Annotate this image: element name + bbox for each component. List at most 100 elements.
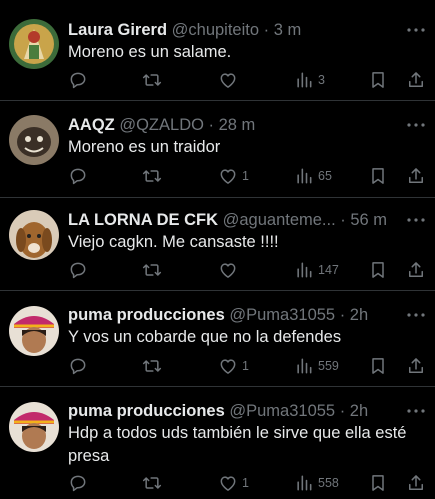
more-icon[interactable] xyxy=(405,303,425,327)
avatar[interactable] xyxy=(9,402,59,452)
retweet-button[interactable] xyxy=(142,70,166,90)
share-icon xyxy=(406,473,426,493)
views-button[interactable]: 558 xyxy=(294,473,339,493)
display-name[interactable]: AAQZ xyxy=(68,116,115,134)
timestamp[interactable]: 3 m xyxy=(274,21,302,39)
tweet-text: Y vos un cobarde que no la defendes xyxy=(68,328,342,346)
retweet-icon xyxy=(142,70,162,90)
reply-icon xyxy=(68,166,88,186)
reply-button[interactable] xyxy=(68,166,92,186)
reply-button[interactable] xyxy=(68,70,92,90)
retweet-icon xyxy=(142,260,162,280)
bookmark-icon xyxy=(368,356,388,376)
separator-dot: · xyxy=(340,211,351,229)
like-count: 1 xyxy=(242,476,249,490)
like-icon xyxy=(218,70,238,90)
retweet-button[interactable] xyxy=(142,356,166,376)
reply-button[interactable] xyxy=(68,473,92,493)
views-icon xyxy=(294,260,314,280)
timestamp[interactable]: 56 m xyxy=(350,211,387,229)
more-icon[interactable] xyxy=(405,208,425,232)
views-button[interactable]: 147 xyxy=(294,260,339,280)
views-icon xyxy=(294,473,314,493)
display-name[interactable]: puma producciones xyxy=(68,306,225,324)
share-button[interactable] xyxy=(406,356,426,376)
retweet-icon xyxy=(142,473,162,493)
reply-icon xyxy=(68,356,88,376)
avatar[interactable] xyxy=(9,19,59,69)
handle[interactable]: @chupiteito xyxy=(172,21,264,39)
handle[interactable]: @aguanteme... xyxy=(223,211,341,229)
avatar[interactable] xyxy=(9,115,59,165)
separator-dot: · xyxy=(339,402,350,420)
bookmark-button[interactable] xyxy=(368,473,388,493)
retweet-button[interactable] xyxy=(142,166,166,186)
tweet-text: Moreno es un salame. xyxy=(68,43,232,61)
views-icon xyxy=(294,166,314,186)
views-count: 147 xyxy=(318,263,339,277)
display-name[interactable]: puma producciones xyxy=(68,402,225,420)
bookmark-icon xyxy=(368,260,388,280)
avatar[interactable] xyxy=(9,306,59,356)
reply-button[interactable] xyxy=(68,260,92,280)
timestamp[interactable]: 28 m xyxy=(219,116,256,134)
handle[interactable]: @Puma31055 xyxy=(229,402,339,420)
bookmark-icon xyxy=(368,166,388,186)
reply-icon xyxy=(68,260,88,280)
views-count: 65 xyxy=(318,169,332,183)
timestamp[interactable]: 2h xyxy=(350,306,368,324)
views-button[interactable]: 559 xyxy=(294,356,339,376)
bookmark-icon xyxy=(368,70,388,90)
views-count: 558 xyxy=(318,476,339,490)
like-button[interactable] xyxy=(218,260,242,280)
like-button[interactable]: 1 xyxy=(218,166,249,186)
separator-dot: · xyxy=(339,306,350,324)
handle[interactable]: @Puma31055 xyxy=(229,306,339,324)
more-icon[interactable] xyxy=(405,18,425,42)
like-button[interactable]: 1 xyxy=(218,356,249,376)
separator-dot: · xyxy=(263,21,274,39)
like-icon xyxy=(218,356,238,376)
like-count: 1 xyxy=(242,169,249,183)
handle[interactable]: @QZALDO xyxy=(119,116,208,134)
retweet-icon xyxy=(142,166,162,186)
retweet-button[interactable] xyxy=(142,260,166,280)
retweet-button[interactable] xyxy=(142,473,166,493)
bookmark-button[interactable] xyxy=(368,166,388,186)
reply-icon xyxy=(68,473,88,493)
views-icon xyxy=(294,356,314,376)
bookmark-button[interactable] xyxy=(368,260,388,280)
timestamp[interactable]: 2h xyxy=(350,402,368,420)
retweet-icon xyxy=(142,356,162,376)
like-icon xyxy=(218,473,238,493)
share-button[interactable] xyxy=(406,166,426,186)
share-button[interactable] xyxy=(406,473,426,493)
share-icon xyxy=(406,70,426,90)
bookmark-button[interactable] xyxy=(368,70,388,90)
like-button[interactable] xyxy=(218,70,242,90)
share-button[interactable] xyxy=(406,70,426,90)
tweet-text: Moreno es un traidor xyxy=(68,138,221,156)
like-icon xyxy=(218,166,238,186)
reply-button[interactable] xyxy=(68,356,92,376)
bookmark-icon xyxy=(368,473,388,493)
like-button[interactable]: 1 xyxy=(218,473,249,493)
share-icon xyxy=(406,166,426,186)
share-icon xyxy=(406,356,426,376)
reply-icon xyxy=(68,70,88,90)
views-count: 3 xyxy=(318,73,325,87)
like-count: 1 xyxy=(242,359,249,373)
share-button[interactable] xyxy=(406,260,426,280)
views-icon xyxy=(294,70,314,90)
avatar[interactable] xyxy=(9,210,59,260)
bookmark-button[interactable] xyxy=(368,356,388,376)
display-name[interactable]: LA LORNA DE CFK xyxy=(68,211,218,229)
display-name[interactable]: Laura Girerd xyxy=(68,21,167,39)
views-button[interactable]: 3 xyxy=(294,70,325,90)
tweet-text: Viejo cagkn. Me cansaste !!!! xyxy=(68,233,279,251)
views-button[interactable]: 65 xyxy=(294,166,332,186)
views-count: 559 xyxy=(318,359,339,373)
separator-dot: · xyxy=(208,116,219,134)
more-icon[interactable] xyxy=(405,113,425,137)
more-icon[interactable] xyxy=(405,399,425,423)
